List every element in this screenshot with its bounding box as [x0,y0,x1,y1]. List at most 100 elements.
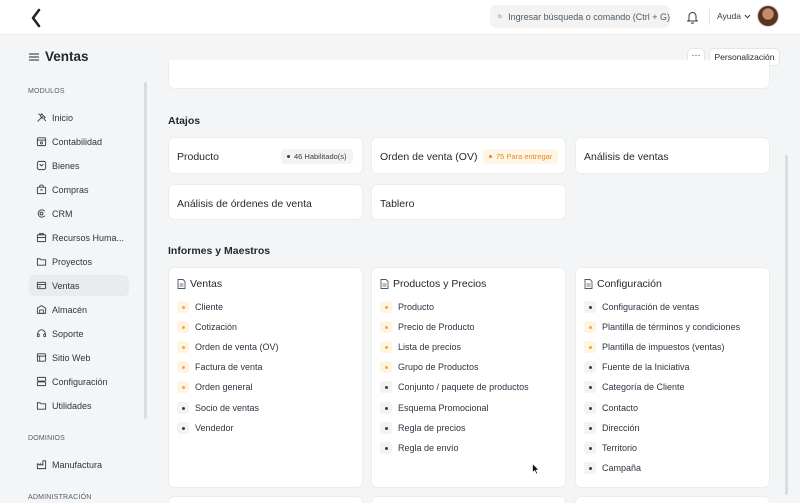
link-label: Factura de venta [195,362,263,372]
link-label: Esquema Promocional [398,403,489,413]
status-bullet [380,442,392,454]
report-link[interactable]: Fuente de la Iniciativa [584,361,690,373]
sidebar-item-crm[interactable]: CRM [29,203,129,224]
status-bullet [380,341,392,353]
report-link[interactable]: Esquema Promocional [380,402,489,414]
report-link[interactable]: Territorio [584,442,637,454]
document-icon [584,279,593,289]
report-link[interactable]: Cotización [177,321,237,333]
help-label: Ayuda [717,11,741,21]
notification-bell-icon[interactable] [686,10,699,24]
website-icon [36,353,47,362]
search-bar[interactable]: Ingresar búsqueda o comando (Ctrl + G) [490,5,670,28]
top-navbar: Ingresar búsqueda o comando (Ctrl + G) A… [0,0,800,35]
card-title: Productos y Precios [393,278,487,290]
link-label: Regla de precios [398,423,466,433]
card-title: Ventas [190,278,223,290]
status-bullet [380,402,392,414]
status-bullet [380,361,392,373]
report-link[interactable]: Plantilla de términos y condiciones [584,321,740,333]
report-link[interactable]: Producto [380,301,434,313]
main-scrollbar[interactable] [785,155,788,495]
report-link[interactable]: Orden general [177,381,253,393]
badge-dot [287,155,290,158]
sidebar-item-proyectos[interactable]: Proyectos [29,251,129,272]
shortcut-badge: 75 Para entregar [483,149,559,164]
sidebar-item-label: Sitio Web [52,352,91,363]
status-bullet [380,422,392,434]
status-bullet [584,361,596,373]
badge-dot [489,155,492,158]
shortcuts-title: Atajos [168,115,201,127]
report-link[interactable]: Orden de venta (OV) [177,341,279,353]
sidebar-item-almacen[interactable]: Almacén [29,299,129,320]
stock-icon [36,305,47,314]
sidebar-section-modules: MODULOS [28,88,65,95]
report-link[interactable]: Precio de Producto [380,321,475,333]
report-card-ventas: Ventas Cliente Cotización Orden de venta… [168,267,363,488]
accounting-icon [36,137,47,147]
report-link[interactable]: Cliente [177,301,223,313]
link-label: Lista de precios [398,342,462,352]
shortcut-analisis-de-ventas[interactable]: Análisis de ventas [575,137,770,174]
report-link[interactable]: Dirección [584,422,640,434]
report-link[interactable]: Contacto [584,402,638,414]
link-label: Precio de Producto [398,322,475,332]
sidebar-item-sitio-web[interactable]: Sitio Web [29,347,129,368]
user-avatar[interactable] [757,5,779,27]
report-link[interactable]: Regla de precios [380,422,466,434]
app-logo-icon[interactable] [29,8,43,28]
status-bullet [584,402,596,414]
search-placeholder: Ingresar búsqueda o comando (Ctrl + G) [508,11,670,22]
link-label: Campaña [602,463,642,473]
sidebar-item-contabilidad[interactable]: Contabilidad [29,131,129,152]
report-card-productos-precios: Productos y Precios Producto Precio de P… [371,267,566,488]
shortcut-label: Tablero [380,198,415,210]
status-bullet [584,321,596,333]
sidebar-item-soporte[interactable]: Soporte [29,323,129,344]
navbar-divider [709,9,710,25]
sales-icon [36,281,47,290]
sidebar-item-label: Manufactura [52,459,103,470]
shortcut-tablero[interactable]: Tablero [371,184,566,220]
link-label: Producto [398,302,435,312]
report-link[interactable]: Grupo de Productos [380,361,479,373]
status-bullet [584,462,596,474]
report-link[interactable]: Plantilla de impuestos (ventas) [584,341,725,353]
report-link[interactable]: Socio de ventas [177,402,259,414]
sidebar-scrollbar[interactable] [144,82,147,419]
shortcut-analisis-ordenes[interactable]: Análisis de órdenes de venta [168,184,363,220]
hr-icon [36,232,47,243]
support-icon [36,329,47,338]
sidebar-item-label: Almacén [52,304,88,315]
shortcut-label: Análisis de ventas [584,151,669,163]
report-link[interactable]: Categoría de Cliente [584,381,685,393]
folder-icon [36,258,47,266]
report-link[interactable]: Vendedor [177,422,234,434]
card-header: Configuración [584,278,662,290]
shortcut-orden-de-venta[interactable]: Orden de venta (OV) 75 Para entregar [371,137,566,174]
sidebar-toggle-icon[interactable] [29,53,39,61]
shortcut-producto[interactable]: Producto 46 Habilitado(s) [168,137,363,174]
report-link[interactable]: Factura de venta [177,361,263,373]
sidebar-item-inicio[interactable]: Inicio [29,107,129,128]
status-bullet [177,341,189,353]
sidebar-item-compras[interactable]: Compras [29,179,129,200]
card-header: Productos y Precios [380,278,486,290]
sidebar-section-domains: DOMINIOS [28,435,65,442]
shortcut-label: Análisis de órdenes de venta [177,198,312,210]
sidebar-item-recursos-humanos[interactable]: Recursos Huma... [29,227,129,248]
report-link[interactable]: Campaña [584,462,641,474]
report-link[interactable]: Lista de precios [380,341,461,353]
status-bullet [177,361,189,373]
sidebar-item-utilidades[interactable]: Utilidades [29,395,129,416]
status-bullet [584,301,596,313]
sidebar-item-ventas[interactable]: Ventas [29,275,129,296]
report-link[interactable]: Configuración de ventas [584,301,699,313]
sidebar-item-bienes[interactable]: Bienes [29,155,129,176]
help-dropdown[interactable]: Ayuda [717,11,751,21]
sidebar-item-manufactura[interactable]: Manufactura [29,454,129,475]
report-link[interactable]: Regla de envío [380,442,459,454]
report-link[interactable]: Conjunto / paquete de productos [380,381,529,393]
sidebar-item-configuracion[interactable]: Configuración [29,371,129,392]
